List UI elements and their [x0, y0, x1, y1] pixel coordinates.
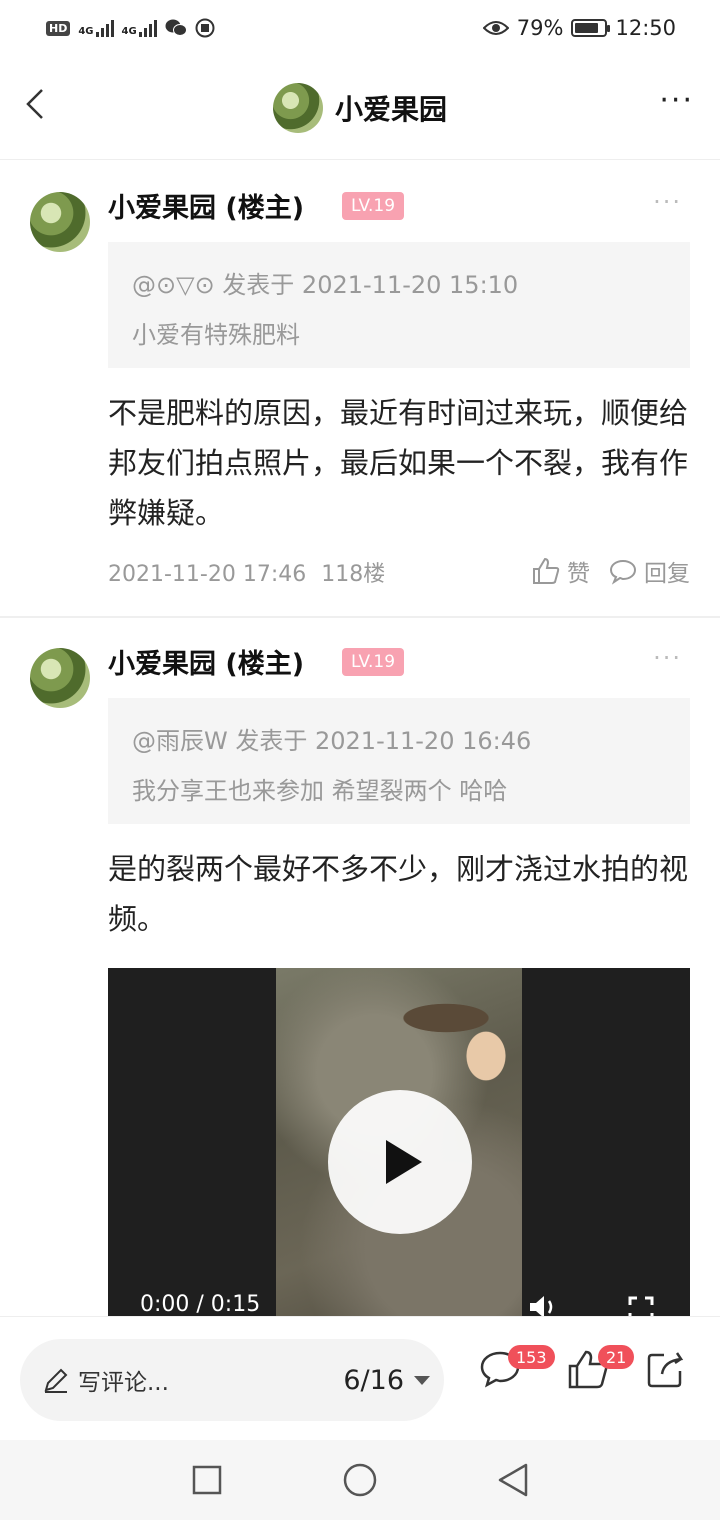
author-name[interactable]: 小爱果园 (楼主)	[108, 186, 304, 225]
play-button[interactable]	[328, 1090, 472, 1234]
bottom-bar: 写评论... 6/16 153 21	[0, 1316, 720, 1440]
level-badge: LV.19	[342, 192, 404, 220]
app-icon	[195, 18, 215, 38]
quoted-reply[interactable]: @⊙▽⊙ 发表于 2021-11-20 15:10 小爱有特殊肥料	[108, 242, 690, 368]
post-floor: 118楼	[321, 562, 386, 587]
quote-text: 小爱有特殊肥料	[132, 321, 300, 349]
chevron-down-icon	[414, 1376, 430, 1385]
quote-header: @⊙▽⊙ 发表于 2021-11-20 15:10	[132, 271, 519, 299]
like-button[interactable]: 赞	[531, 554, 590, 588]
page-selector[interactable]: 6/16	[343, 1365, 430, 1396]
share-icon[interactable]	[644, 1347, 688, 1391]
eye-icon	[482, 21, 509, 35]
comment-bubble-icon	[609, 559, 637, 585]
like-label: 赞	[567, 561, 590, 587]
like-count-badge: 21	[598, 1345, 635, 1369]
quote-text: 我分享王也来参加 希望裂两个 哈哈	[132, 777, 508, 805]
back-button[interactable]	[493, 1460, 533, 1500]
hd-icon: HD	[46, 20, 71, 36]
quote-header: @雨辰W 发表于 2021-11-20 16:46	[132, 727, 532, 755]
author-avatar[interactable]	[30, 192, 90, 252]
more-menu-icon[interactable]: ···	[659, 86, 694, 116]
clock: 12:50	[615, 16, 676, 40]
post-more-icon[interactable]: ···	[653, 188, 682, 216]
signal-4g-icon: 4G	[122, 19, 157, 37]
recents-button[interactable]	[187, 1460, 227, 1500]
post-body: 是的裂两个最好不多不少，刚才浇过水拍的视频。	[108, 852, 689, 936]
network-type-label: 4G	[121, 26, 137, 37]
back-arrow-icon[interactable]	[20, 84, 60, 124]
comment-count-badge: 153	[508, 1345, 555, 1369]
signal-4g-icon: 4G	[78, 19, 114, 37]
pencil-icon	[44, 1368, 68, 1393]
volume-icon[interactable]	[528, 1294, 562, 1318]
post-meta: 2021-11-20 17:46 118楼	[108, 556, 385, 588]
author-name[interactable]: 小爱果园 (楼主)	[108, 642, 304, 681]
network-type-label: 4G	[78, 26, 94, 37]
post-item: 小爱果园 (楼主) LV.19 ··· @⊙▽⊙ 发表于 2021-11-20 …	[0, 160, 720, 616]
top-header: 小爱果园 ···	[0, 56, 720, 160]
thumbs-up-icon	[533, 557, 560, 584]
reply-button[interactable]: 回复	[608, 554, 690, 588]
post-actions: 赞 回复	[531, 554, 690, 588]
level-badge: LV.19	[342, 648, 404, 676]
home-button[interactable]	[340, 1460, 380, 1500]
page-title: 小爱果园	[334, 92, 447, 126]
triangle-back-icon	[499, 1463, 528, 1497]
square-icon	[192, 1465, 221, 1495]
post-more-icon[interactable]: ···	[653, 644, 682, 672]
fullscreen-icon[interactable]	[628, 1296, 654, 1318]
status-bar: HD 4G 4G 79% 12:50	[0, 0, 720, 56]
play-icon	[386, 1140, 422, 1184]
author-avatar[interactable]	[30, 648, 90, 708]
battery-percent: 79%	[516, 16, 564, 40]
comment-placeholder: 写评论...	[78, 1370, 169, 1396]
forum-avatar	[272, 82, 323, 133]
post-body: 不是肥料的原因，最近有时间过来玩，顺便给邦友们拍点照片，最后如果一个不裂，我有作…	[108, 396, 689, 530]
video-player[interactable]: 0:00 / 0:15	[108, 968, 690, 1318]
battery-icon	[571, 19, 611, 37]
circle-icon	[343, 1463, 377, 1497]
video-time: 0:00 / 0:15	[140, 1292, 261, 1317]
quoted-reply[interactable]: @雨辰W 发表于 2021-11-20 16:46 我分享王也来参加 希望裂两个…	[108, 698, 690, 824]
comment-input[interactable]: 写评论... 6/16	[20, 1339, 444, 1421]
wechat-icon	[165, 19, 187, 36]
status-right: 79% 12:50	[482, 16, 676, 40]
post-date: 2021-11-20 17:46	[108, 562, 307, 587]
forum-title[interactable]: 小爱果园	[272, 82, 447, 133]
system-nav-bar	[0, 1440, 720, 1520]
status-left: HD 4G 4G	[46, 18, 215, 38]
page-indicator: 6/16	[343, 1365, 404, 1396]
reply-label: 回复	[644, 561, 690, 587]
